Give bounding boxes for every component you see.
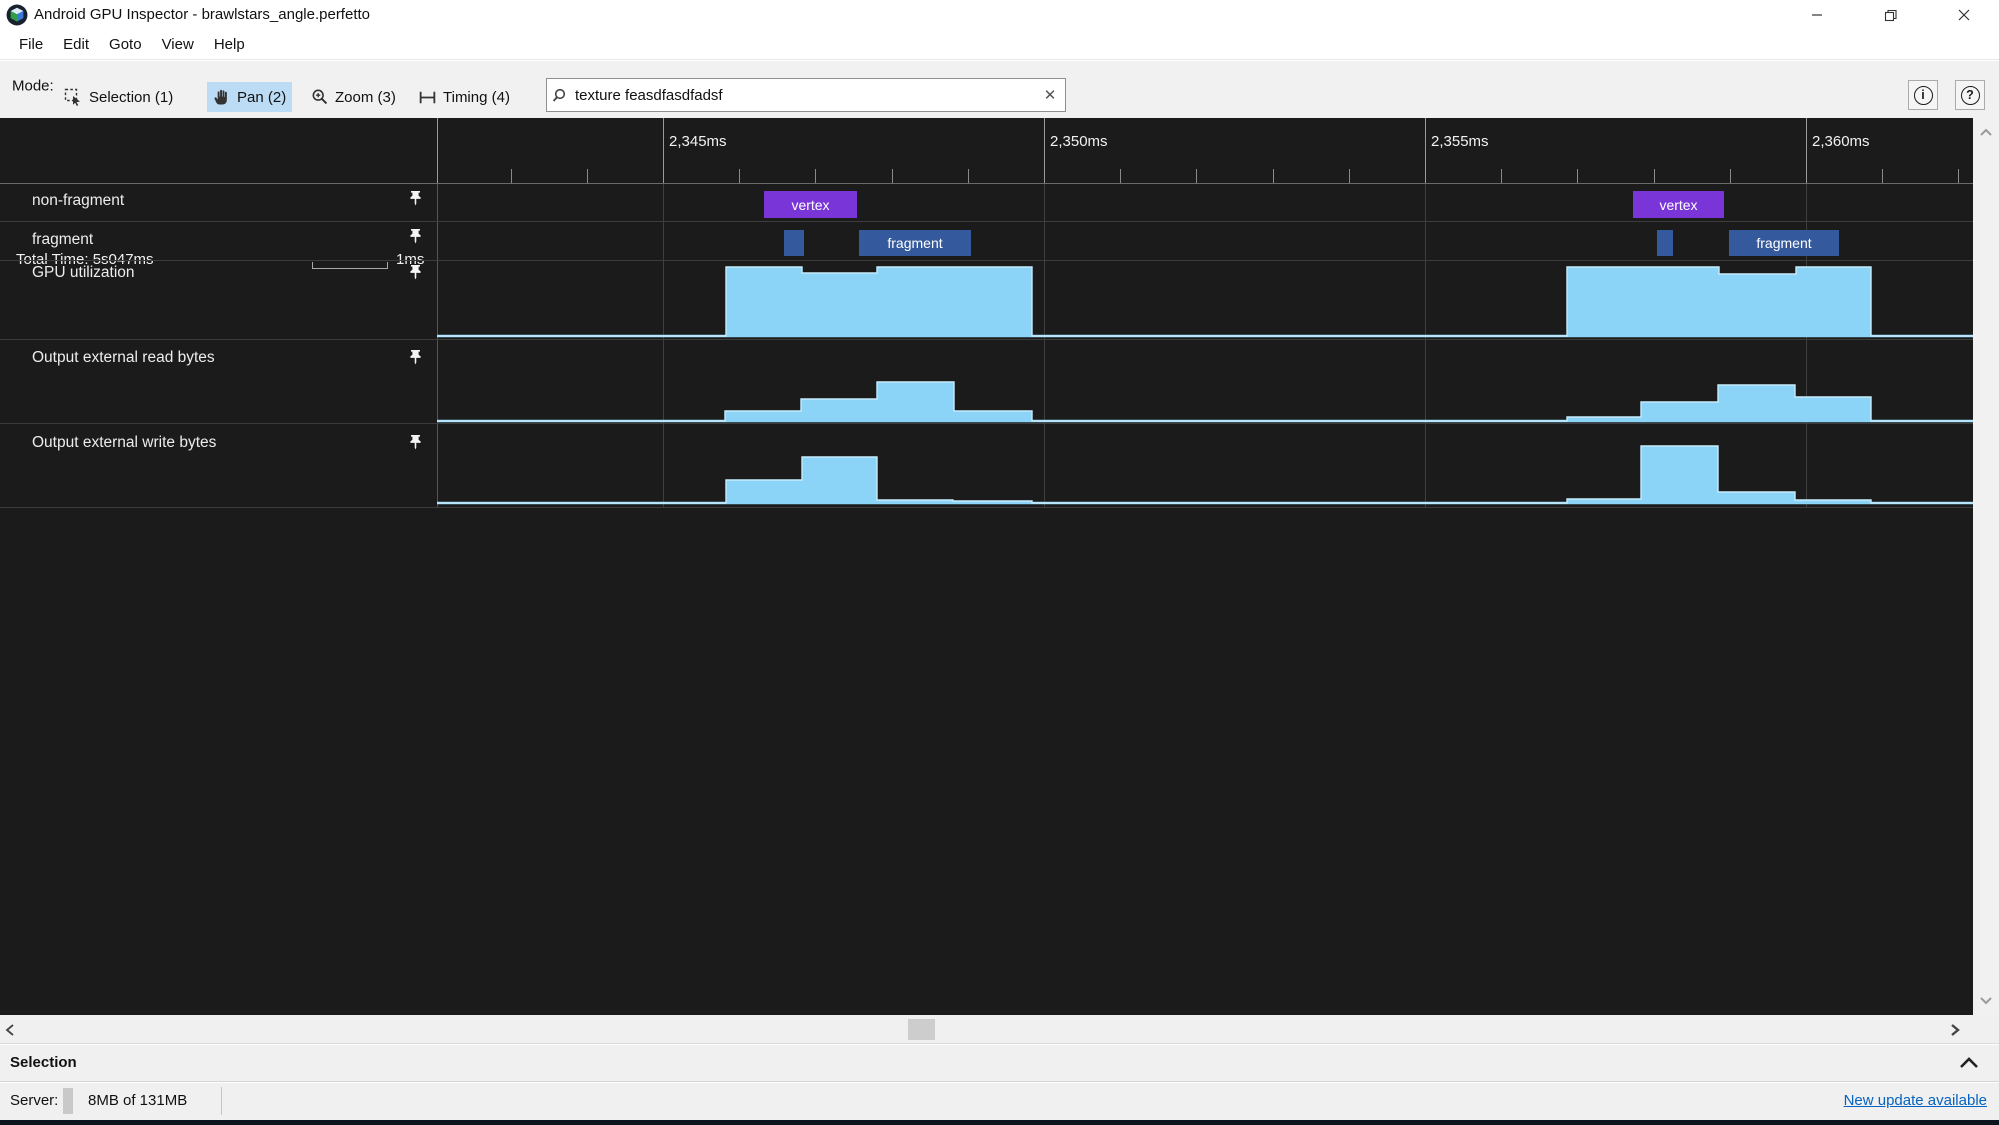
chart-GPU utilization[interactable]: [0, 261, 1973, 339]
search-input[interactable]: [575, 86, 1035, 104]
mode-timing-label: Timing (4): [443, 88, 510, 106]
ruler-minor-tick: [967, 169, 969, 183]
selection-panel-title: Selection: [10, 1054, 77, 1071]
scroll-right-icon[interactable]: [1950, 1024, 1960, 1036]
menu-file[interactable]: File: [9, 32, 53, 57]
ruler-minor-tick: [1653, 169, 1655, 183]
ruler-minor-tick: [510, 169, 512, 183]
time-label-0: 2,345ms: [669, 133, 727, 150]
slice-unlabeled[interactable]: [784, 230, 804, 256]
pan-icon: [214, 89, 227, 105]
vertical-scrollbar[interactable]: [1973, 118, 1999, 1015]
track-non-fragment-pin-icon[interactable]: [407, 190, 424, 207]
slice-fragment[interactable]: fragment: [1729, 230, 1839, 256]
server-label: Server:: [10, 1092, 59, 1109]
ruler-minor-tick: [739, 169, 741, 183]
time-label-3: 2,360ms: [1812, 133, 1870, 150]
window-title: Android GPU Inspector - brawlstars_angle…: [34, 6, 370, 23]
app-logo-icon: [6, 4, 28, 26]
restore-button[interactable]: [1867, 0, 1913, 30]
search-icon: [552, 88, 566, 102]
bottom-strip: [0, 1120, 1999, 1125]
slice-vertex[interactable]: vertex: [1633, 191, 1724, 218]
row-separator: [0, 221, 1973, 222]
slice-vertex[interactable]: vertex: [764, 191, 857, 218]
close-button[interactable]: [1941, 0, 1987, 30]
chart-Output external read bytes[interactable]: [0, 340, 1973, 423]
search-box: ✕: [546, 78, 1066, 112]
horizontal-scrollbar-thumb[interactable]: [908, 1019, 935, 1040]
ruler-major-gridline: [663, 118, 664, 183]
slice-fragment[interactable]: fragment: [859, 230, 971, 256]
ruler-minor-tick: [1196, 169, 1198, 183]
search-clear-icon[interactable]: ✕: [1035, 86, 1065, 104]
timing-icon: [419, 91, 436, 103]
android-gpu-inspector-window: Android GPU Inspector - brawlstars_angle…: [0, 0, 1999, 1125]
ruler-major-gridline: [1044, 118, 1045, 183]
status-bar: [0, 1083, 1999, 1120]
status-separator: [221, 1087, 222, 1115]
scroll-up-icon[interactable]: [1979, 128, 1993, 137]
timeline-panel[interactable]: Total Time: 5s047ms 1ms 2,345ms 2,350ms 2,…: [0, 118, 1973, 1015]
ruler-minor-tick: [891, 169, 893, 183]
track-label-fragment: fragment: [32, 231, 94, 248]
server-memory-meter: [63, 1088, 73, 1114]
info-button[interactable]: i: [1908, 80, 1938, 110]
selection-icon: [64, 88, 80, 106]
menu-help[interactable]: Help: [204, 32, 255, 57]
mode-selection-label: Selection (1): [89, 88, 174, 106]
mode-selection-button[interactable]: Selection (1): [58, 82, 179, 112]
mode-zoom-label: Zoom (3): [335, 88, 396, 106]
ruler-minor-tick: [1958, 169, 1960, 183]
info-icon: i: [1913, 85, 1933, 105]
menu-view[interactable]: View: [152, 32, 204, 57]
track-fragment-pin-icon[interactable]: [407, 228, 424, 245]
scroll-down-icon[interactable]: [1979, 996, 1993, 1005]
row-separator: [0, 507, 1973, 508]
selection-panel-header[interactable]: [0, 1045, 1999, 1082]
ruler-minor-tick: [815, 169, 817, 183]
ruler-minor-tick: [586, 169, 588, 183]
menu-goto[interactable]: Goto: [99, 32, 152, 57]
scroll-left-icon[interactable]: [5, 1024, 15, 1036]
track-label-non-fragment: non-fragment: [32, 192, 125, 209]
minimize-button[interactable]: [1794, 0, 1840, 30]
row-separator: [0, 183, 1973, 184]
mode-timing-button[interactable]: Timing (4): [412, 82, 516, 112]
server-memory-value: 8MB of 131MB: [88, 1092, 188, 1109]
update-link[interactable]: New update available: [1844, 1092, 1987, 1109]
menu-edit[interactable]: Edit: [53, 32, 99, 57]
title-bar: Android GPU Inspector - brawlstars_angle…: [0, 0, 1999, 30]
slice-unlabeled[interactable]: [1657, 230, 1673, 256]
ruler-minor-tick: [1120, 169, 1122, 183]
menu-bar: File Edit Goto View Help: [0, 30, 1999, 60]
ruler-minor-tick: [1348, 169, 1350, 183]
mode-pan-button[interactable]: Pan (2): [207, 82, 293, 112]
mode-zoom-button[interactable]: Zoom (3): [305, 82, 402, 112]
horizontal-scrollbar[interactable]: [0, 1015, 1999, 1044]
ruler-minor-tick: [1882, 169, 1884, 183]
chart-Output external write bytes[interactable]: [0, 424, 1973, 507]
time-label-1: 2,350ms: [1050, 133, 1108, 150]
help-button[interactable]: ?: [1955, 80, 1985, 110]
ruler-minor-tick: [1577, 169, 1579, 183]
ruler-minor-tick: [1501, 169, 1503, 183]
collapse-chevron-icon[interactable]: [1958, 1056, 1980, 1070]
mode-pan-label: Pan (2): [237, 88, 287, 106]
ruler-major-gridline: [1425, 118, 1426, 183]
label-column-divider: [437, 118, 438, 183]
ruler-major-gridline: [1806, 118, 1807, 183]
ruler-minor-tick: [1729, 169, 1731, 183]
help-icon: ?: [1960, 85, 1980, 105]
time-label-2: 2,355ms: [1431, 133, 1489, 150]
zoom-icon: [312, 89, 328, 105]
ruler-minor-tick: [1272, 169, 1274, 183]
mode-label: Mode:: [12, 77, 54, 95]
